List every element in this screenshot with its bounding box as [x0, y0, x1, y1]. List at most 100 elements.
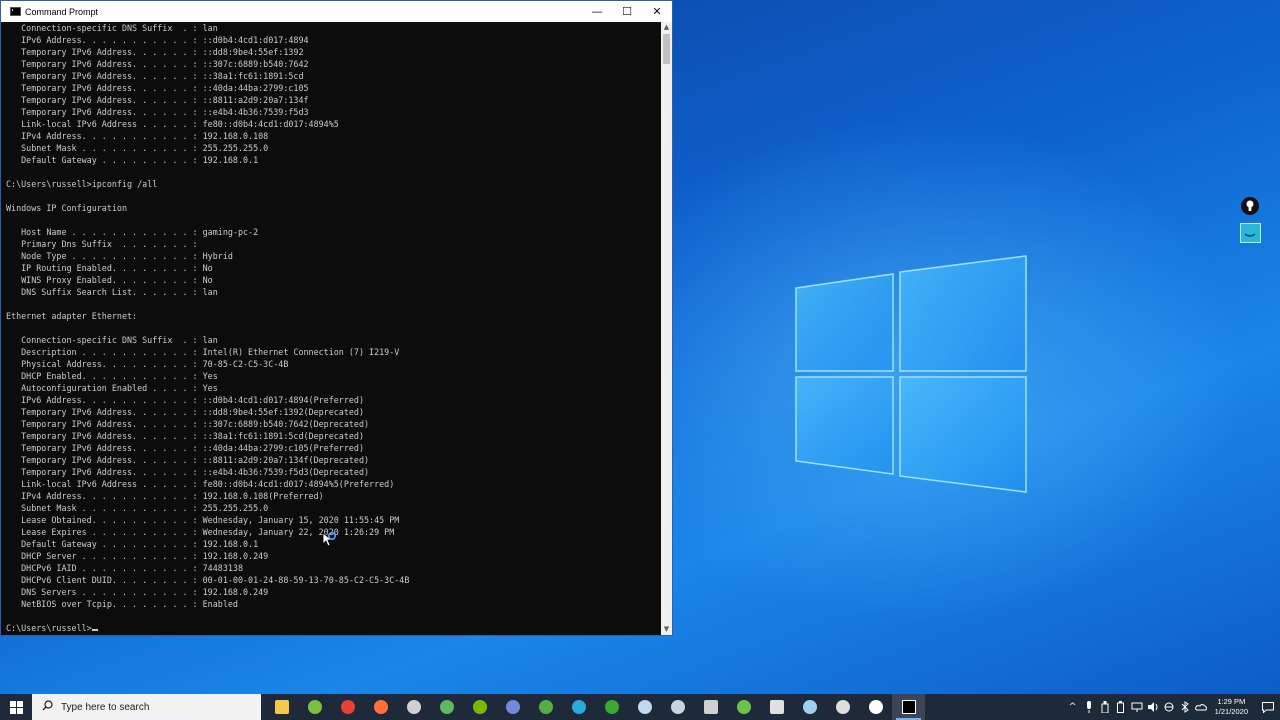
scroll-up-arrow-icon[interactable]: ▲: [661, 22, 672, 33]
taskbar-app-text-editor[interactable]: [430, 694, 463, 720]
text-editor-icon: [439, 700, 454, 714]
chrome-icon: [340, 700, 355, 714]
start-button[interactable]: [0, 694, 32, 720]
taskbar-app-command-prompt[interactable]: [892, 694, 925, 720]
bluetooth-icon[interactable]: [1177, 694, 1193, 720]
mouse-pointer-icon: [322, 531, 338, 552]
steam-icon: [670, 700, 685, 714]
window-title: Command Prompt: [25, 6, 99, 17]
nvidia-icon: [472, 700, 487, 714]
scroll-down-arrow-icon[interactable]: ▼: [661, 624, 672, 635]
affinity-icon: [637, 700, 652, 714]
close-button[interactable]: ✕: [642, 1, 672, 22]
taskbar-app-firefox[interactable]: [364, 694, 397, 720]
console-line: C:\Users\russell>ipconfig /all: [6, 179, 158, 189]
console-line: Connection-specific DNS Suffix . : lan: [6, 335, 218, 345]
obs-icon: [406, 700, 421, 714]
minimize-button[interactable]: —: [582, 1, 612, 22]
system-tray: ^ 1:29 PM 1/21/2020: [1065, 694, 1280, 720]
console-line: Temporary IPv6 Address. . . . . . : ::38…: [6, 71, 304, 81]
scrollbar-thumb[interactable]: [663, 34, 670, 64]
language-icon[interactable]: [1161, 694, 1177, 720]
notepad-plus-icon: [307, 700, 322, 714]
green-app-icon: [604, 700, 619, 714]
chevron-up-icon[interactable]: ^: [1065, 694, 1081, 720]
taskbar-app-printer[interactable]: [694, 694, 727, 720]
cmd-app-icon: [10, 7, 21, 16]
console-line: Temporary IPv6 Address. . . . . . : ::38…: [6, 431, 364, 441]
console-line: Subnet Mask . . . . . . . . . . . : 255.…: [6, 503, 269, 513]
taskbar-app-xbox[interactable]: [529, 694, 562, 720]
window-titlebar[interactable]: Command Prompt — ☐ ✕: [1, 1, 672, 22]
taskbar-app-file-explorer[interactable]: [265, 694, 298, 720]
console-line: Ethernet adapter Ethernet:: [6, 311, 138, 321]
taskbar-app-steam[interactable]: [661, 694, 694, 720]
text-cursor: [91, 629, 98, 631]
taskbar-app-chrome[interactable]: [331, 694, 364, 720]
console-line: DHCPv6 Client DUID. . . . . . . . : 00-0…: [6, 575, 410, 585]
taskbar-app-g-app[interactable]: [562, 694, 595, 720]
taskbar-app-obs[interactable]: [397, 694, 430, 720]
console-line: Physical Address. . . . . . . . . : 70-8…: [6, 359, 289, 369]
console-line: IPv4 Address. . . . . . . . . . . : 192.…: [6, 131, 269, 141]
keyhole-app-icon: [868, 700, 883, 714]
console-line: Temporary IPv6 Address. . . . . . : ::40…: [6, 443, 364, 453]
console-line: WINS Proxy Enabled. . . . . . . . : No: [6, 275, 213, 285]
tray-app-desktop-icon[interactable]: [1240, 223, 1261, 247]
taskbar-clock[interactable]: 1:29 PM 1/21/2020: [1215, 697, 1248, 717]
discord-icon: [505, 700, 520, 714]
taskbar-search-box[interactable]: Type here to search: [32, 694, 261, 720]
taskbar: Type here to search ^ 1:29 PM 1/21/2020: [0, 694, 1280, 720]
taskbar-app-display[interactable]: [760, 694, 793, 720]
console-line: C:\Users\russell>: [6, 622, 661, 634]
console-line: IP Routing Enabled. . . . . . . . : No: [6, 263, 213, 273]
onedrive-icon[interactable]: [1193, 694, 1209, 720]
display-icon: [769, 700, 784, 714]
taskbar-app-leaf-app[interactable]: [727, 694, 760, 720]
taskbar-app-discord[interactable]: [496, 694, 529, 720]
g-app-icon: [571, 700, 586, 714]
taskbar-app-keyhole-app[interactable]: [859, 694, 892, 720]
file-explorer-icon: [274, 700, 289, 714]
taskbar-app-unity[interactable]: [826, 694, 859, 720]
volume-icon[interactable]: [1145, 694, 1161, 720]
search-icon: [42, 700, 53, 714]
maximize-button[interactable]: ☐: [612, 1, 642, 22]
console-line: Subnet Mask . . . . . . . . . . . : 255.…: [6, 143, 269, 153]
keyhole-desktop-icon[interactable]: [1240, 196, 1260, 220]
console-line: Temporary IPv6 Address. . . . . . : ::30…: [6, 59, 309, 69]
console-line: DHCPv6 IAID . . . . . . . . . . . : 7448…: [6, 563, 243, 573]
taskbar-app-globe-app[interactable]: [793, 694, 826, 720]
console-line: Temporary IPv6 Address. . . . . . : ::30…: [6, 419, 370, 429]
network-icon[interactable]: [1129, 694, 1145, 720]
battery-icon[interactable]: [1113, 694, 1129, 720]
search-placeholder: Type here to search: [61, 701, 150, 713]
unity-icon: [835, 700, 850, 714]
xbox-icon: [538, 700, 553, 714]
globe-app-icon: [802, 700, 817, 714]
console-line: Temporary IPv6 Address. . . . . . : ::e4…: [6, 467, 370, 477]
console-line: Host Name . . . . . . . . . . . . : gami…: [6, 227, 259, 237]
console-line: Primary Dns Suffix . . . . . . . :: [6, 239, 198, 249]
action-center-icon[interactable]: [1256, 694, 1280, 720]
windows-start-icon: [9, 700, 23, 714]
console-line: DNS Servers . . . . . . . . . . . : 192.…: [6, 587, 269, 597]
console-line: Temporary IPv6 Address. . . . . . : ::88…: [6, 455, 370, 465]
console-line: Description . . . . . . . . . . . : Inte…: [6, 347, 400, 357]
taskbar-app-nvidia[interactable]: [463, 694, 496, 720]
vertical-scrollbar[interactable]: ▲ ▼: [661, 22, 672, 635]
taskbar-app-affinity[interactable]: [628, 694, 661, 720]
microphone-icon[interactable]: [1081, 694, 1097, 720]
console-line: Connection-specific DNS Suffix . : lan: [6, 23, 218, 33]
pinned-apps: [265, 694, 925, 720]
usb-icon[interactable]: [1097, 694, 1113, 720]
console-line: Temporary IPv6 Address. . . . . . : ::dd…: [6, 407, 364, 417]
console-line: Link-local IPv6 Address . . . . . : fe80…: [6, 119, 339, 129]
taskbar-app-notepad-plus[interactable]: [298, 694, 331, 720]
taskbar-app-green-app[interactable]: [595, 694, 628, 720]
console-line: Temporary IPv6 Address. . . . . . : ::dd…: [6, 47, 304, 57]
